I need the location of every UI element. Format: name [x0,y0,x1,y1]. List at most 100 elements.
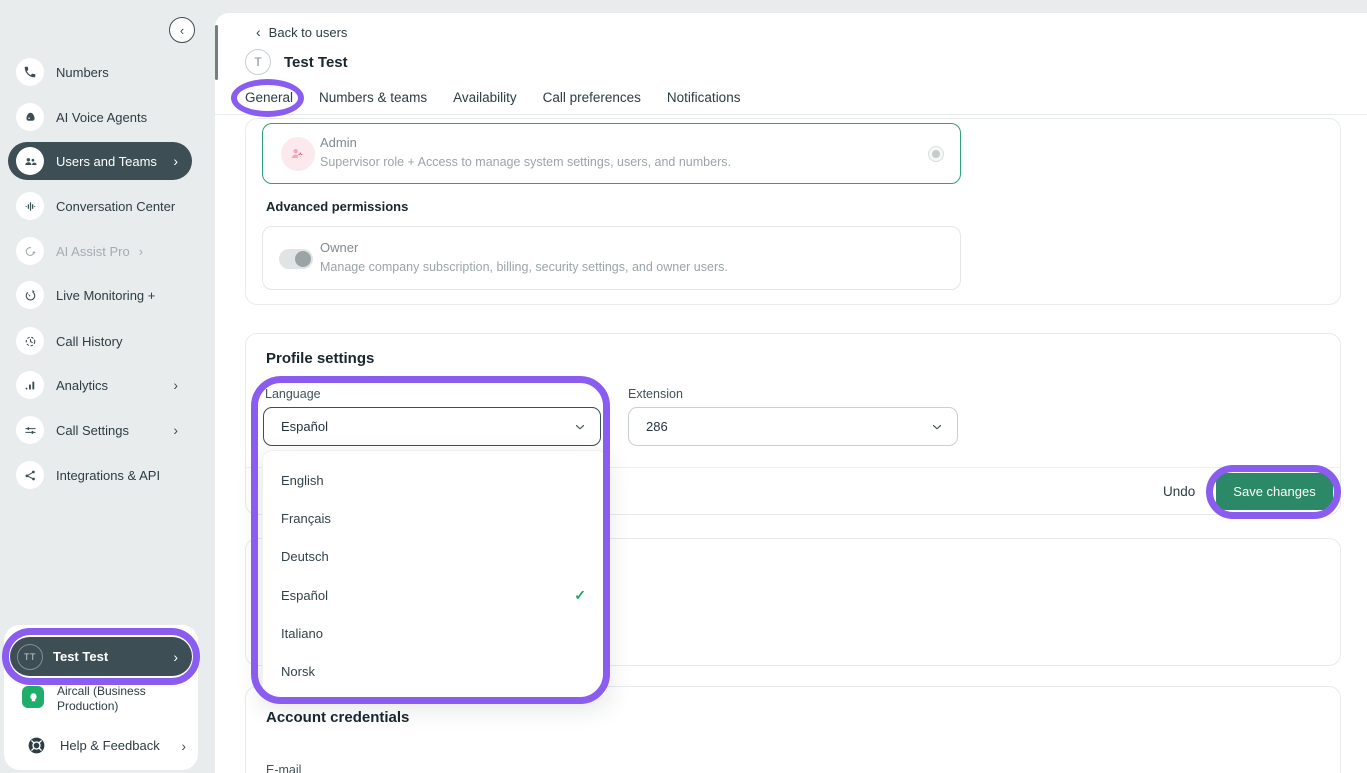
chevron-left-icon: ‹ [256,24,261,40]
chevron-left-icon: ‹ [180,23,184,38]
role-description: Supervisor role + Access to manage syste… [320,155,731,169]
sidebar-item-label: Conversation Center [56,199,175,214]
language-option-deutsch[interactable]: Deutsch [263,538,606,576]
language-dropdown-menu: English Français Deutsch Español ✓ Itali… [262,450,607,698]
sidebar-item-label: Numbers [56,65,109,80]
sidebar-item-numbers[interactable]: Numbers [8,53,192,91]
language-label: Language [265,387,321,401]
sidebar-item-label: Call History [56,334,122,349]
users-icon [16,147,44,175]
tab-bar: General Numbers & teams Availability Cal… [245,90,740,105]
tab-availability[interactable]: Availability [453,90,517,105]
option-label: English [281,473,324,488]
admin-role-icon [281,137,315,171]
account-menu-button[interactable]: TT Test Test › [10,637,192,676]
workspace-switcher[interactable]: Aircall (Business Production) [22,684,175,713]
clock-history-icon [16,327,44,355]
owner-title: Owner [320,240,358,255]
chevron-right-icon: › [173,422,178,438]
tab-general[interactable]: General [245,90,293,105]
account-name: Test Test [53,649,108,664]
tab-bar-divider [215,114,1367,115]
language-value: Español [281,419,328,434]
account-credentials-card: Account credentials E-mail [245,686,1341,773]
chevron-right-icon: › [173,649,178,665]
back-to-users-label: Back to users [269,25,348,40]
sidebar-item-ai-voice-agents[interactable]: AI Voice Agents [8,98,192,136]
undo-button[interactable]: Undo [1163,484,1195,499]
role-title: Admin [320,135,357,150]
chevron-right-icon: › [181,738,186,754]
chevron-down-icon [930,420,944,434]
sidebar-item-call-history[interactable]: Call History [8,322,192,360]
workspace-name: Aircall (Business Production) [57,684,175,713]
option-label: Norsk [281,664,315,679]
sidebar-item-label: Users and Teams [56,154,157,169]
toggle-knob [295,251,311,267]
sidebar-item-label: Analytics [56,378,108,393]
sidebar-item-label: Live Monitoring + [56,288,155,303]
option-label: Español [281,588,328,603]
role-section-card: Admin Supervisor role + Access to manage… [245,118,1341,305]
back-to-users-link[interactable]: ‹ Back to users [256,24,347,40]
chevron-right-icon: › [173,153,178,169]
page-title: Test Test [284,54,348,71]
sidebar-account-card: TT Test Test › Aircall (Business Product… [4,625,198,770]
language-option-francais[interactable]: Français [263,499,606,537]
language-option-english[interactable]: English [263,461,606,499]
tab-notifications[interactable]: Notifications [667,90,741,105]
option-label: Deutsch [281,549,329,564]
language-option-italiano[interactable]: Italiano [263,614,606,652]
help-feedback-button[interactable]: Help & Feedback › [26,735,186,756]
bar-chart-icon [16,371,44,399]
language-option-norsk[interactable]: Norsk [263,652,606,690]
sidebar-item-live-monitoring[interactable]: Live Monitoring + [8,276,192,314]
share-nodes-icon [16,461,44,489]
sidebar-item-users-and-teams[interactable]: Users and Teams › [8,142,192,180]
role-option-owner: Owner Manage company subscription, billi… [262,226,961,290]
soundwave-icon [16,192,44,220]
sidebar-item-ai-assist-pro[interactable]: AI Assist Pro › [8,232,192,270]
save-changes-button[interactable]: Save changes [1216,473,1333,510]
aircall-logo-icon [22,686,44,708]
radio-dot [932,150,940,158]
sidebar-item-label: AI Voice Agents [56,110,147,125]
extension-select[interactable]: 286 [628,407,958,446]
user-avatar: T [245,49,271,75]
sliders-icon [16,416,44,444]
sidebar-item-label: Call Settings [56,423,129,438]
scrollbar-thumb[interactable] [215,25,218,80]
app-window: ‹ Numbers AI Voice Agents Users and Team… [0,0,1367,773]
tab-numbers-teams[interactable]: Numbers & teams [319,90,427,105]
option-label: Italiano [281,626,323,641]
check-icon: ✓ [574,587,586,604]
sidebar-item-call-settings[interactable]: Call Settings › [8,411,192,449]
extension-value: 286 [646,419,668,434]
phone-icon [16,58,44,86]
ai-sparkle-icon [16,237,44,265]
account-credentials-title: Account credentials [266,709,409,726]
voice-agent-icon [16,103,44,131]
owner-description: Manage company subscription, billing, se… [320,260,728,274]
language-select[interactable]: Español [263,407,601,446]
sidebar-item-integrations-api[interactable]: Integrations & API [8,456,192,494]
sidebar-collapse-button[interactable]: ‹ [169,17,195,43]
lifebuoy-icon [26,735,47,756]
sidebar-item-analytics[interactable]: Analytics › [8,366,192,404]
sidebar-item-label: AI Assist Pro [56,244,130,259]
language-option-espanol[interactable]: Español ✓ [263,576,606,614]
sidebar-item-label: Integrations & API [56,468,160,483]
admin-radio-button[interactable] [928,146,944,162]
advanced-permissions-label: Advanced permissions [266,199,408,214]
tab-call-preferences[interactable]: Call preferences [543,90,641,105]
option-label: Français [281,511,331,526]
email-label: E-mail [266,763,301,773]
help-feedback-label: Help & Feedback [60,738,160,753]
role-option-admin[interactable]: Admin Supervisor role + Access to manage… [262,123,961,184]
extension-label: Extension [628,387,683,401]
profile-settings-title: Profile settings [266,350,374,367]
owner-toggle[interactable] [279,249,313,269]
sidebar: ‹ Numbers AI Voice Agents Users and Team… [0,0,215,773]
sidebar-item-conversation-center[interactable]: Conversation Center [8,187,192,225]
chevron-right-icon: › [173,377,178,393]
